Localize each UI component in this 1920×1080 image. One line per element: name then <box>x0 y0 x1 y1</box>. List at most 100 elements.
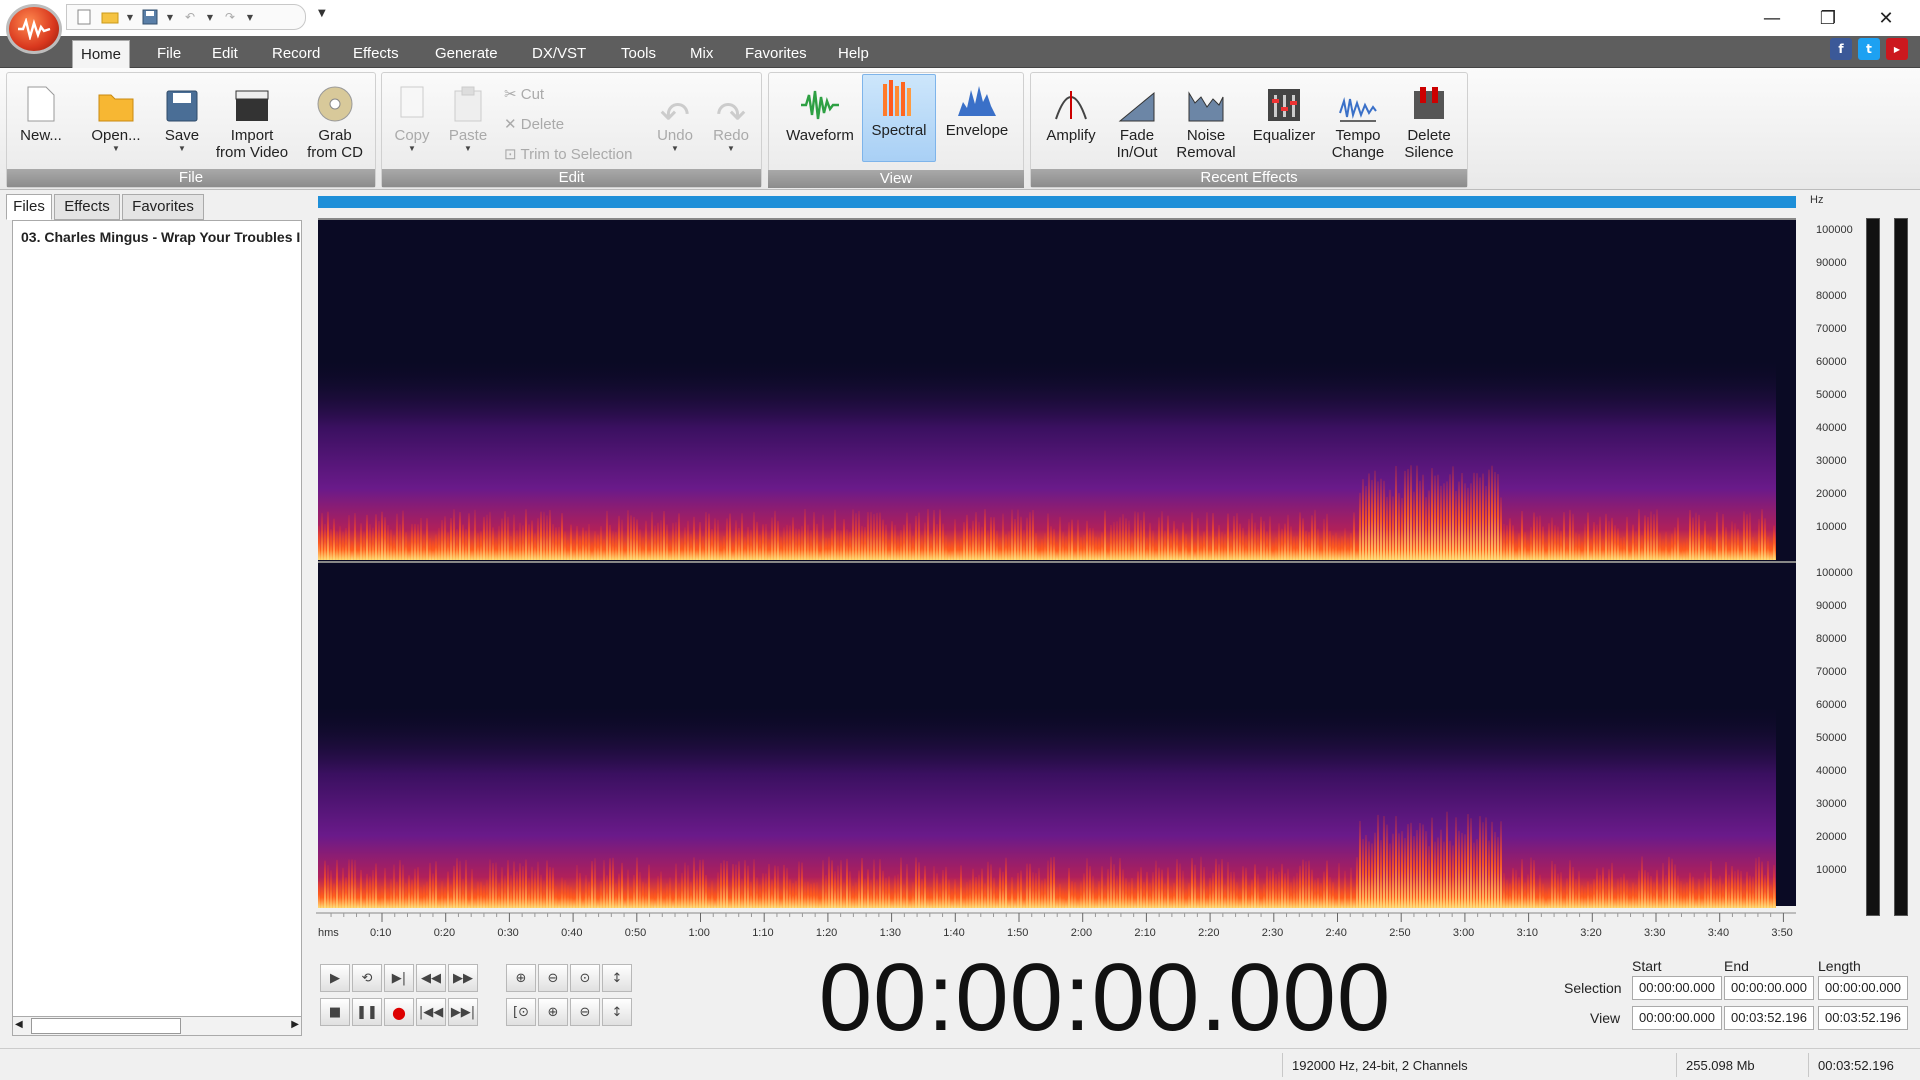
view-start-field[interactable]: 00:00:00.000 <box>1632 1006 1722 1030</box>
customize-toolbar-icon[interactable]: ▼ <box>318 8 326 19</box>
zoom-out-vertical-icon[interactable]: ⊖ <box>570 998 600 1026</box>
copy-button[interactable]: Copy ▼ <box>388 81 436 154</box>
file-list-item[interactable]: 03. Charles Mingus - Wrap Your Troubles … <box>21 229 301 245</box>
redo-button[interactable]: ↷ Redo ▼ <box>708 81 754 154</box>
tab-record[interactable]: Record <box>272 45 320 62</box>
amplify-button[interactable]: Amplify <box>1041 81 1101 144</box>
restore-button[interactable]: ❐ <box>1800 0 1856 36</box>
tab-edit[interactable]: Edit <box>212 45 238 62</box>
new-file-icon <box>21 81 61 123</box>
record-icon[interactable]: ● <box>384 998 414 1026</box>
redo-icon[interactable]: ↷ <box>219 7 241 27</box>
hz-tick-label: 70000 <box>1816 666 1847 678</box>
close-button[interactable]: ✕ <box>1858 0 1914 36</box>
twitter-icon[interactable]: t <box>1858 38 1880 60</box>
pause-icon[interactable]: ❚❚ <box>352 998 382 1026</box>
zoom-fit-icon[interactable]: ↕ <box>602 998 632 1026</box>
open-folder-icon[interactable] <box>99 7 121 27</box>
scroll-right-icon[interactable]: ▶ <box>291 1019 299 1030</box>
tab-home[interactable]: Home <box>72 40 130 69</box>
tab-files[interactable]: Files <box>6 194 52 220</box>
tab-favorites[interactable]: Favorites <box>745 45 807 62</box>
paste-button[interactable]: Paste ▼ <box>444 81 492 154</box>
tab-favorites-panel[interactable]: Favorites <box>122 194 204 220</box>
redo-icon: ↷ <box>715 94 747 135</box>
import-from-video-button[interactable]: Import from Video <box>209 81 295 161</box>
selection-end-field[interactable]: 00:00:00.000 <box>1724 976 1814 1000</box>
save-icon <box>162 81 202 123</box>
transport-controls: ▶ ⟲ ▶| ◀◀ ▶▶ ■ ❚❚ ● |◀◀ ▶▶| ⊕ ⊖ ⊙ ↕ [⊙ ⊕… <box>316 950 656 1046</box>
zoom-in-icon[interactable]: ⊕ <box>506 964 536 992</box>
fade-in-out-button[interactable]: Fade In/Out <box>1111 81 1163 161</box>
noise-removal-button[interactable]: Noise Removal <box>1171 81 1241 161</box>
tab-tools[interactable]: Tools <box>621 45 656 62</box>
level-meter-left <box>1866 218 1880 916</box>
horizontal-scrollbar[interactable]: ◀ ▶ <box>12 1016 302 1036</box>
zoom-in-vertical-icon[interactable]: ⊕ <box>538 998 568 1026</box>
zoom-out-icon[interactable]: ⊖ <box>538 964 568 992</box>
chevron-down-icon[interactable]: ▼ <box>165 13 175 22</box>
spectral-button[interactable]: Spectral <box>862 76 936 139</box>
waveform-button[interactable]: Waveform <box>781 81 859 144</box>
zoom-vertical-icon[interactable]: ↕ <box>602 964 632 992</box>
tab-mix[interactable]: Mix <box>690 45 713 62</box>
chevron-down-icon[interactable]: ▼ <box>125 13 135 22</box>
left-panel: Files Effects Favorites 03. Charles Ming… <box>0 192 314 1046</box>
app-logo-button[interactable] <box>6 4 62 54</box>
tab-dxvst[interactable]: DX/VST <box>532 45 586 62</box>
skip-to-start-icon[interactable]: |◀◀ <box>416 998 446 1026</box>
tempo-change-button[interactable]: Tempo Change <box>1327 81 1389 161</box>
scrollbar-thumb[interactable] <box>31 1018 181 1034</box>
selection-length-field[interactable]: 00:00:00.000 <box>1818 976 1908 1000</box>
tab-file[interactable]: File <box>157 45 181 62</box>
view-length-field[interactable]: 00:03:52.196 <box>1818 1006 1908 1030</box>
overview-bar[interactable] <box>318 196 1796 208</box>
grab-from-cd-button[interactable]: Grab from CD <box>301 81 369 161</box>
open-button[interactable]: Open... ▼ <box>83 81 149 154</box>
timeline-label: 3:00 <box>1452 927 1475 939</box>
play-to-end-icon[interactable]: ▶| <box>384 964 414 992</box>
equalizer-button[interactable]: Equalizer <box>1249 81 1319 144</box>
delete-button[interactable]: ✕ Delete <box>504 115 564 133</box>
zoom-selection-icon[interactable]: [⊙ <box>506 998 536 1026</box>
envelope-button[interactable]: Envelope <box>942 76 1012 139</box>
delete-silence-button[interactable]: Delete Silence <box>1397 81 1461 161</box>
trim-to-selection-button[interactable]: ⊡ Trim to Selection <box>504 145 632 163</box>
facebook-icon[interactable]: f <box>1830 38 1852 60</box>
skip-to-end-icon[interactable]: ▶▶| <box>448 998 478 1026</box>
rewind-icon[interactable]: ◀◀ <box>416 964 446 992</box>
loop-icon[interactable]: ⟲ <box>352 964 382 992</box>
spectrogram-view[interactable] <box>318 218 1796 908</box>
tab-effects[interactable]: Effects <box>353 45 399 62</box>
chevron-down-icon: ▼ <box>178 144 186 153</box>
delete-icon: ✕ <box>504 116 521 133</box>
chevron-down-icon[interactable]: ▼ <box>205 13 215 22</box>
spectral-icon <box>879 76 919 118</box>
status-audio-format: 192000 Hz, 24-bit, 2 Channels <box>1292 1058 1468 1073</box>
zoom-full-icon[interactable]: ⊙ <box>570 964 600 992</box>
undo-icon[interactable]: ↶ <box>179 7 201 27</box>
status-bar: 192000 Hz, 24-bit, 2 Channels 255.098 Mb… <box>0 1048 1920 1080</box>
selection-start-field[interactable]: 00:00:00.000 <box>1632 976 1722 1000</box>
view-end-field[interactable]: 00:03:52.196 <box>1724 1006 1814 1030</box>
youtube-icon[interactable]: ▶ <box>1886 38 1908 60</box>
new-button[interactable]: New... <box>15 81 67 144</box>
undo-button[interactable]: ↶ Undo ▼ <box>652 81 698 154</box>
hz-tick-label: 60000 <box>1816 699 1847 711</box>
new-file-icon[interactable] <box>73 7 95 27</box>
save-icon[interactable] <box>139 7 161 27</box>
menu-bar: Home File Edit Record Effects Generate D… <box>0 36 1920 69</box>
selection-panel: Start End Length Selection 00:00:00.000 … <box>1552 950 1920 1046</box>
tab-help[interactable]: Help <box>838 45 869 62</box>
minimize-button[interactable]: — <box>1744 0 1800 36</box>
tab-effects-panel[interactable]: Effects <box>54 194 120 220</box>
cut-button[interactable]: ✂ Cut <box>504 85 544 103</box>
tab-generate[interactable]: Generate <box>435 45 498 62</box>
chevron-down-icon[interactable]: ▼ <box>245 13 255 22</box>
scroll-left-icon[interactable]: ◀ <box>15 1019 23 1030</box>
fast-forward-icon[interactable]: ▶▶ <box>448 964 478 992</box>
stop-icon[interactable]: ■ <box>320 998 350 1026</box>
save-button[interactable]: Save ▼ <box>157 81 207 154</box>
timeline-ruler[interactable]: hms 0:10 0:20 0:30 0:40 0:50 1:00 1:10 1:20 1:30… <box>316 912 1796 946</box>
play-icon[interactable]: ▶ <box>320 964 350 992</box>
